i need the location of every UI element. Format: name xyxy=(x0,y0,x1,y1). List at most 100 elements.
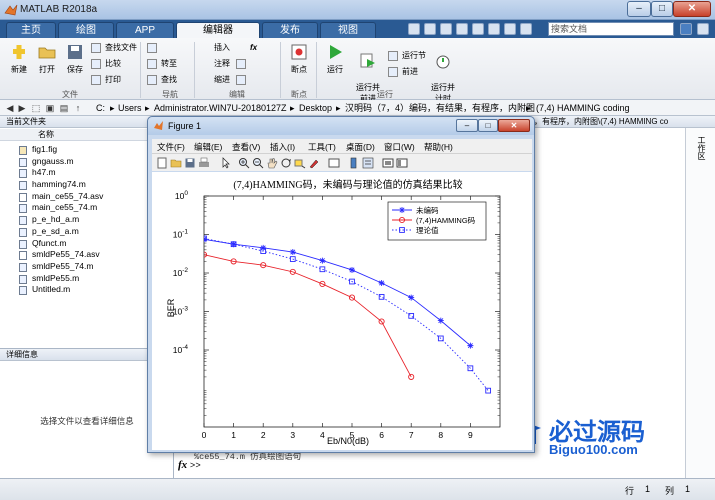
advance-button[interactable]: 前进 xyxy=(388,66,418,78)
breadcrumb-user[interactable]: Administrator.WIN7U-20180127Z xyxy=(154,102,287,114)
menu-tools[interactable]: 工具(T) xyxy=(308,141,336,153)
compare-button[interactable]: 比较 xyxy=(91,58,121,70)
tab-apps[interactable]: APP xyxy=(116,22,174,38)
notification-bell-icon[interactable] xyxy=(697,23,709,35)
data-point-star xyxy=(408,294,415,301)
line-label: 行 xyxy=(625,486,635,496)
search-icon[interactable] xyxy=(680,23,692,35)
help-quick-icon[interactable] xyxy=(520,23,532,35)
folder-up-icon[interactable]: ⬚ xyxy=(30,102,42,114)
run-and-time-button[interactable]: 运行并 计时 xyxy=(428,42,458,104)
legend-icon[interactable] xyxy=(362,157,374,169)
editor-ribbon: 新建 打开 保存 查找文件 比较 打印 文件 转至 查找 导航 插入 注释 缩进… xyxy=(0,38,715,103)
minimize-button[interactable]: – xyxy=(627,1,651,17)
colorbar-icon[interactable] xyxy=(348,157,360,169)
print-figure-icon[interactable] xyxy=(198,157,210,169)
search-docs-input[interactable]: 搜索文档 xyxy=(548,22,674,36)
ber-chart[interactable]: (7,4)HAMMING码，未编码与理论值的仿真结果比较 0 1 2 3 4 5 6 7 8 91… xyxy=(152,172,532,450)
figure-maximize-button[interactable]: □ xyxy=(478,119,498,132)
rotate-3d-icon[interactable] xyxy=(280,157,292,169)
browse-folder-icon[interactable]: ▤ xyxy=(58,102,70,114)
indent-button[interactable]: 缩进 xyxy=(200,74,230,86)
fx-insert-button[interactable]: fx xyxy=(236,42,257,54)
hide-plot-tools-icon[interactable] xyxy=(382,157,394,169)
goto-button[interactable]: 转至 xyxy=(147,58,177,70)
undo-quick-icon[interactable] xyxy=(472,23,484,35)
indent-adjust-button[interactable] xyxy=(236,74,250,86)
save-button[interactable]: 保存 xyxy=(62,42,88,75)
brush-icon[interactable] xyxy=(308,157,320,169)
tab-plots[interactable]: 绘图 xyxy=(58,22,114,38)
figure-close-button[interactable]: ✕ xyxy=(498,119,530,132)
run-advance-icon xyxy=(360,53,375,68)
up-arrow-icon[interactable]: ↑ xyxy=(72,102,84,114)
open-file-icon[interactable] xyxy=(170,157,182,169)
percent-comment-button[interactable] xyxy=(236,58,250,70)
open-button[interactable]: 打开 xyxy=(34,42,60,75)
command-prompt[interactable]: fx >> xyxy=(178,459,201,471)
close-button[interactable]: ✕ xyxy=(673,1,711,17)
breadcrumb-desktop[interactable]: Desktop xyxy=(299,102,332,114)
breadcrumb-drive[interactable]: C: xyxy=(96,102,105,114)
back-nav-button[interactable] xyxy=(147,42,183,54)
tab-view[interactable]: 视图 xyxy=(320,22,376,38)
maximize-button[interactable]: □ xyxy=(651,1,673,17)
comment-button[interactable]: 注释 xyxy=(200,58,230,70)
tab-home[interactable]: 主页 xyxy=(6,22,56,38)
x-tick-label: 1 xyxy=(231,430,236,440)
find-button[interactable]: 查找 xyxy=(147,74,177,86)
redo-quick-icon[interactable] xyxy=(488,23,500,35)
link-plot-icon[interactable] xyxy=(328,157,340,169)
copy-quick-icon[interactable] xyxy=(440,23,452,35)
data-point-star xyxy=(378,279,385,286)
print-button[interactable]: 打印 xyxy=(91,74,121,86)
data-cursor-icon[interactable] xyxy=(294,157,306,169)
save-quick-icon[interactable] xyxy=(408,23,420,35)
save-figure-icon[interactable] xyxy=(184,157,196,169)
find-files-button[interactable]: 查找文件 xyxy=(91,42,137,54)
pointer-icon[interactable] xyxy=(220,157,232,169)
zoom-in-icon[interactable] xyxy=(238,157,250,169)
menu-file[interactable]: 文件(F) xyxy=(157,141,185,153)
menu-desktop[interactable]: 桌面(D) xyxy=(346,141,375,153)
cut-quick-icon[interactable] xyxy=(424,23,436,35)
figure-minimize-button[interactable]: – xyxy=(456,119,478,132)
paste-quick-icon[interactable] xyxy=(456,23,468,35)
tab-editor[interactable]: 编辑器 xyxy=(176,22,260,38)
breadcrumb-current[interactable]: (7,4) HAMMING coding xyxy=(536,102,630,114)
group-separator xyxy=(280,42,281,98)
x-tick-label: 4 xyxy=(320,430,325,440)
menu-insert[interactable]: 插入(I) xyxy=(270,141,295,153)
folder-up-icon[interactable]: ▣ xyxy=(44,102,56,114)
file-name: Qfunct.m xyxy=(32,237,67,248)
legend-label: (7,4)HAMMING码 xyxy=(416,216,476,225)
x-tick-label: 9 xyxy=(468,430,473,440)
zoom-out-icon[interactable] xyxy=(252,157,264,169)
m-file-icon xyxy=(19,169,27,179)
figure-window[interactable]: Figure 1 – □ ✕ 文件(F) 编辑(E) 查看(V) 插入(I) 工… xyxy=(147,116,535,453)
breadcrumb-project[interactable]: 汉明码（7，4）编码，有结果，有程序，内附图 xyxy=(345,102,535,114)
pan-hand-icon[interactable] xyxy=(266,157,278,169)
x-tick-label: 2 xyxy=(261,430,266,440)
new-button[interactable]: 新建 xyxy=(6,42,32,75)
menu-edit[interactable]: 编辑(E) xyxy=(194,141,222,153)
tab-publish[interactable]: 发布 xyxy=(262,22,318,38)
play-icon xyxy=(330,45,342,59)
back-arrow-icon[interactable]: ◀ xyxy=(4,102,16,114)
menu-window[interactable]: 窗口(W) xyxy=(384,141,415,153)
forward-arrow-icon[interactable]: ▶ xyxy=(16,102,28,114)
breadcrumb-users[interactable]: Users xyxy=(118,102,142,114)
insert-button[interactable]: 插入 xyxy=(200,42,230,54)
group-separator xyxy=(140,42,141,98)
new-figure-icon[interactable] xyxy=(156,157,168,169)
run-section-button[interactable]: 运行节 xyxy=(388,50,426,62)
run-button[interactable]: 运行 xyxy=(322,42,348,75)
figure-canvas[interactable]: (7,4)HAMMING码，未编码与理论值的仿真结果比较 01234567891… xyxy=(152,172,532,450)
file-name: main_ce55_74.m xyxy=(32,202,98,213)
show-plot-tools-icon[interactable] xyxy=(396,157,408,169)
switch-windows-icon[interactable] xyxy=(504,23,516,35)
figure-title-bar[interactable]: Figure 1 – □ ✕ xyxy=(148,117,534,135)
breakpoints-button[interactable]: 断点 xyxy=(286,42,312,75)
menu-help[interactable]: 帮助(H) xyxy=(424,141,453,153)
menu-view[interactable]: 查看(V) xyxy=(232,141,260,153)
